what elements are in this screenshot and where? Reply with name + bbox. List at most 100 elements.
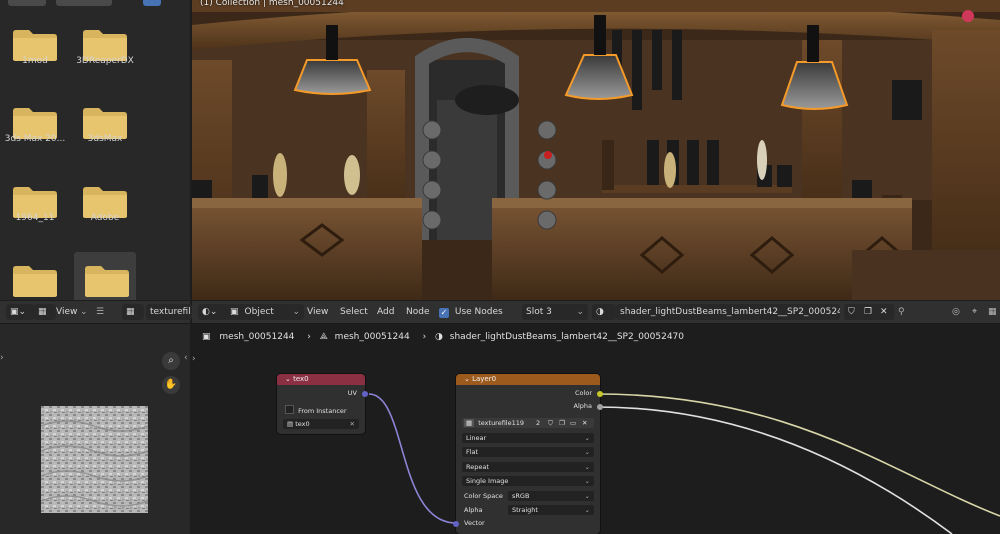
folder-item[interactable]: Adobe xyxy=(70,161,140,236)
projection-dropdown[interactable]: Flat ⌄ xyxy=(462,447,594,457)
folder-item-selected[interactable] xyxy=(72,252,142,300)
image-datablock-field[interactable]: ▦ texturefile119 2 ⛉ ❐ ▭ ✕ xyxy=(462,418,594,428)
uv-output-socket[interactable] xyxy=(362,391,368,397)
from-instancer-label: From Instancer xyxy=(298,407,347,415)
source-dropdown[interactable]: Single Image ⌄ xyxy=(462,476,594,486)
unlink-close-icon[interactable]: ✕ xyxy=(582,418,587,428)
viewport-collection-title: (1) Collection | mesh_00051244 xyxy=(200,0,344,8)
node-editor-type-dropdown[interactable]: ◐⌄ xyxy=(198,304,228,320)
file-browser: 1mod 3DReaperDX 3ds Max 20... 3dsMax 196… xyxy=(0,0,190,300)
from-instancer-checkbox[interactable] xyxy=(285,405,294,414)
unlink-material-close-icon[interactable]: ✕ xyxy=(876,304,894,320)
interpolation-value: Linear xyxy=(466,434,487,442)
material-name-field[interactable]: shader_lightDustBeams_lambert42__SP2_000… xyxy=(616,304,840,320)
duplicate-icon[interactable]: ❐ xyxy=(559,418,565,428)
menu-icon[interactable]: ☰ xyxy=(96,304,104,320)
projection-value: Flat xyxy=(466,448,479,456)
node-editor-header: ◐⌄ ▣ Object ⌄ View Select Add Node ✓ Use N… xyxy=(192,301,1000,324)
shader-node-editor[interactable]: › ▣ mesh_00051244 › ⟁ mesh_00051244 › ◑ … xyxy=(192,324,1000,534)
node-header[interactable]: ⌄ Layer0 xyxy=(456,374,600,385)
vector-socket-label: Vector xyxy=(464,519,485,527)
image-name: texturefile119 xyxy=(478,419,525,427)
link-uv-to-vector xyxy=(368,393,457,524)
folder-item[interactable]: 3dsMax xyxy=(70,82,140,157)
view-menu[interactable]: View xyxy=(307,304,328,320)
color-space-label: Color Space xyxy=(464,492,503,500)
shader-type-label: Object xyxy=(244,307,274,317)
color-socket-label: Color xyxy=(575,389,592,397)
fake-user-shield-icon[interactable]: ⛉ xyxy=(548,418,553,428)
node-header[interactable]: ⌄ tex0 xyxy=(277,374,365,385)
use-nodes-checkbox[interactable]: ✓ xyxy=(439,308,449,318)
node-title: tex0 xyxy=(293,375,309,383)
chevron-down-icon: ⌄ xyxy=(584,506,590,514)
collapse-arrow-icon[interactable]: ⌄ xyxy=(464,375,472,383)
use-nodes-toggle[interactable]: ✓ Use Nodes xyxy=(439,304,503,320)
pin-icon[interactable]: ⚲ xyxy=(898,304,905,320)
file-browser-filter-button[interactable] xyxy=(143,0,161,6)
chevron-down-icon: ⌄ xyxy=(584,477,590,485)
image-name-field[interactable]: texturefil xyxy=(146,304,192,320)
overlay-icon[interactable]: ◎ xyxy=(952,304,960,320)
chevron-down-icon: ⌄ xyxy=(584,448,590,456)
uv-icon: ▤ xyxy=(287,420,296,428)
folder-item[interactable]: 1mod xyxy=(0,4,70,79)
vector-input-socket[interactable] xyxy=(453,521,459,527)
node-title: Layer0 xyxy=(472,375,497,383)
add-menu[interactable]: Add xyxy=(377,304,394,320)
folder-icon xyxy=(13,266,57,297)
interpolation-dropdown[interactable]: Linear ⌄ xyxy=(462,433,594,443)
user-count[interactable]: 2 xyxy=(536,418,540,428)
material-browse-button[interactable]: ◑ xyxy=(592,304,616,320)
uv-map-field[interactable]: ▤ tex0 ✕ xyxy=(283,419,359,429)
material-slot-dropdown[interactable]: Slot 3 ⌄ xyxy=(522,304,588,320)
image-editor-header: ▣⌄ ▦ View ⌄ ☰ ▦ texturefil xyxy=(0,301,192,324)
chevron-down-icon: ⌄ xyxy=(584,492,590,500)
sidebar-expand-arrow-icon[interactable]: ‹ xyxy=(184,354,190,363)
image-mode-dropdown[interactable]: ▦ xyxy=(34,304,56,320)
uv-map-node[interactable]: ⌄ tex0 UV From Instancer ▤ tex0 ✕ xyxy=(277,374,368,434)
alpha-mode-value: Straight xyxy=(512,506,538,514)
alpha-mode-dropdown[interactable]: Straight ⌄ xyxy=(508,505,594,515)
image-editor[interactable]: › ‹ ⌕ ✋ xyxy=(0,324,190,534)
from-instancer-toggle[interactable]: From Instancer xyxy=(285,405,347,415)
folder-item[interactable]: 3DReaperDX xyxy=(70,4,140,79)
folder-item[interactable] xyxy=(0,240,70,300)
pan-hand-icon[interactable]: ✋ xyxy=(162,376,180,394)
folder-item[interactable]: 3ds Max 20... xyxy=(0,82,70,157)
shader-editor-icon: ◐ xyxy=(202,307,210,317)
extension-value: Repeat xyxy=(466,463,489,471)
object-icon: ▣ xyxy=(230,307,239,317)
3d-viewport[interactable]: (1) Collection | mesh_00051244 xyxy=(192,0,1000,300)
alpha-output-socket[interactable] xyxy=(597,404,603,410)
color-space-dropdown[interactable]: sRGB ⌄ xyxy=(508,491,594,501)
grid-icon[interactable]: ▦ xyxy=(988,304,997,320)
view-menu[interactable]: View xyxy=(56,304,77,320)
alpha-mode-label: Alpha xyxy=(464,506,483,514)
image-icon: ▦ xyxy=(38,307,47,317)
collapse-arrow-icon[interactable]: ⌄ xyxy=(285,375,293,383)
texture-preview-image xyxy=(41,406,148,513)
extension-dropdown[interactable]: Repeat ⌄ xyxy=(462,462,594,472)
color-space-value: sRGB xyxy=(512,492,530,500)
zoom-icon[interactable]: ⌕ xyxy=(162,352,180,370)
node-menu[interactable]: Node xyxy=(406,304,430,320)
use-nodes-label: Use Nodes xyxy=(454,307,503,317)
chevron-down-icon: ⌄ xyxy=(584,434,590,442)
shader-type-dropdown[interactable]: ▣ Object ⌄ xyxy=(226,304,304,320)
view-dropdown-chevron-icon[interactable]: ⌄ xyxy=(80,304,88,320)
folder-item[interactable]: 1964_11 xyxy=(0,161,70,236)
toolbar-expand-arrow-icon[interactable]: › xyxy=(0,354,6,363)
alpha-socket-label: Alpha xyxy=(573,402,592,410)
folder-label: 3DReaperDX xyxy=(76,56,134,66)
image-browse-button[interactable]: ▦ xyxy=(122,304,144,320)
material-slot-label: Slot 3 xyxy=(526,307,552,317)
clear-close-icon[interactable]: ✕ xyxy=(350,419,355,429)
image-texture-node[interactable]: ⌄ Layer0 Color Alpha ▦ texturefile119 2 … xyxy=(453,374,603,534)
select-menu[interactable]: Select xyxy=(340,304,368,320)
editor-type-dropdown[interactable]: ▣⌄ xyxy=(6,304,34,320)
color-output-socket[interactable] xyxy=(597,391,603,397)
snapping-icon[interactable]: ⌖ xyxy=(972,304,977,320)
open-folder-icon[interactable]: ▭ xyxy=(570,418,576,428)
output-socket-label: UV xyxy=(347,389,357,397)
